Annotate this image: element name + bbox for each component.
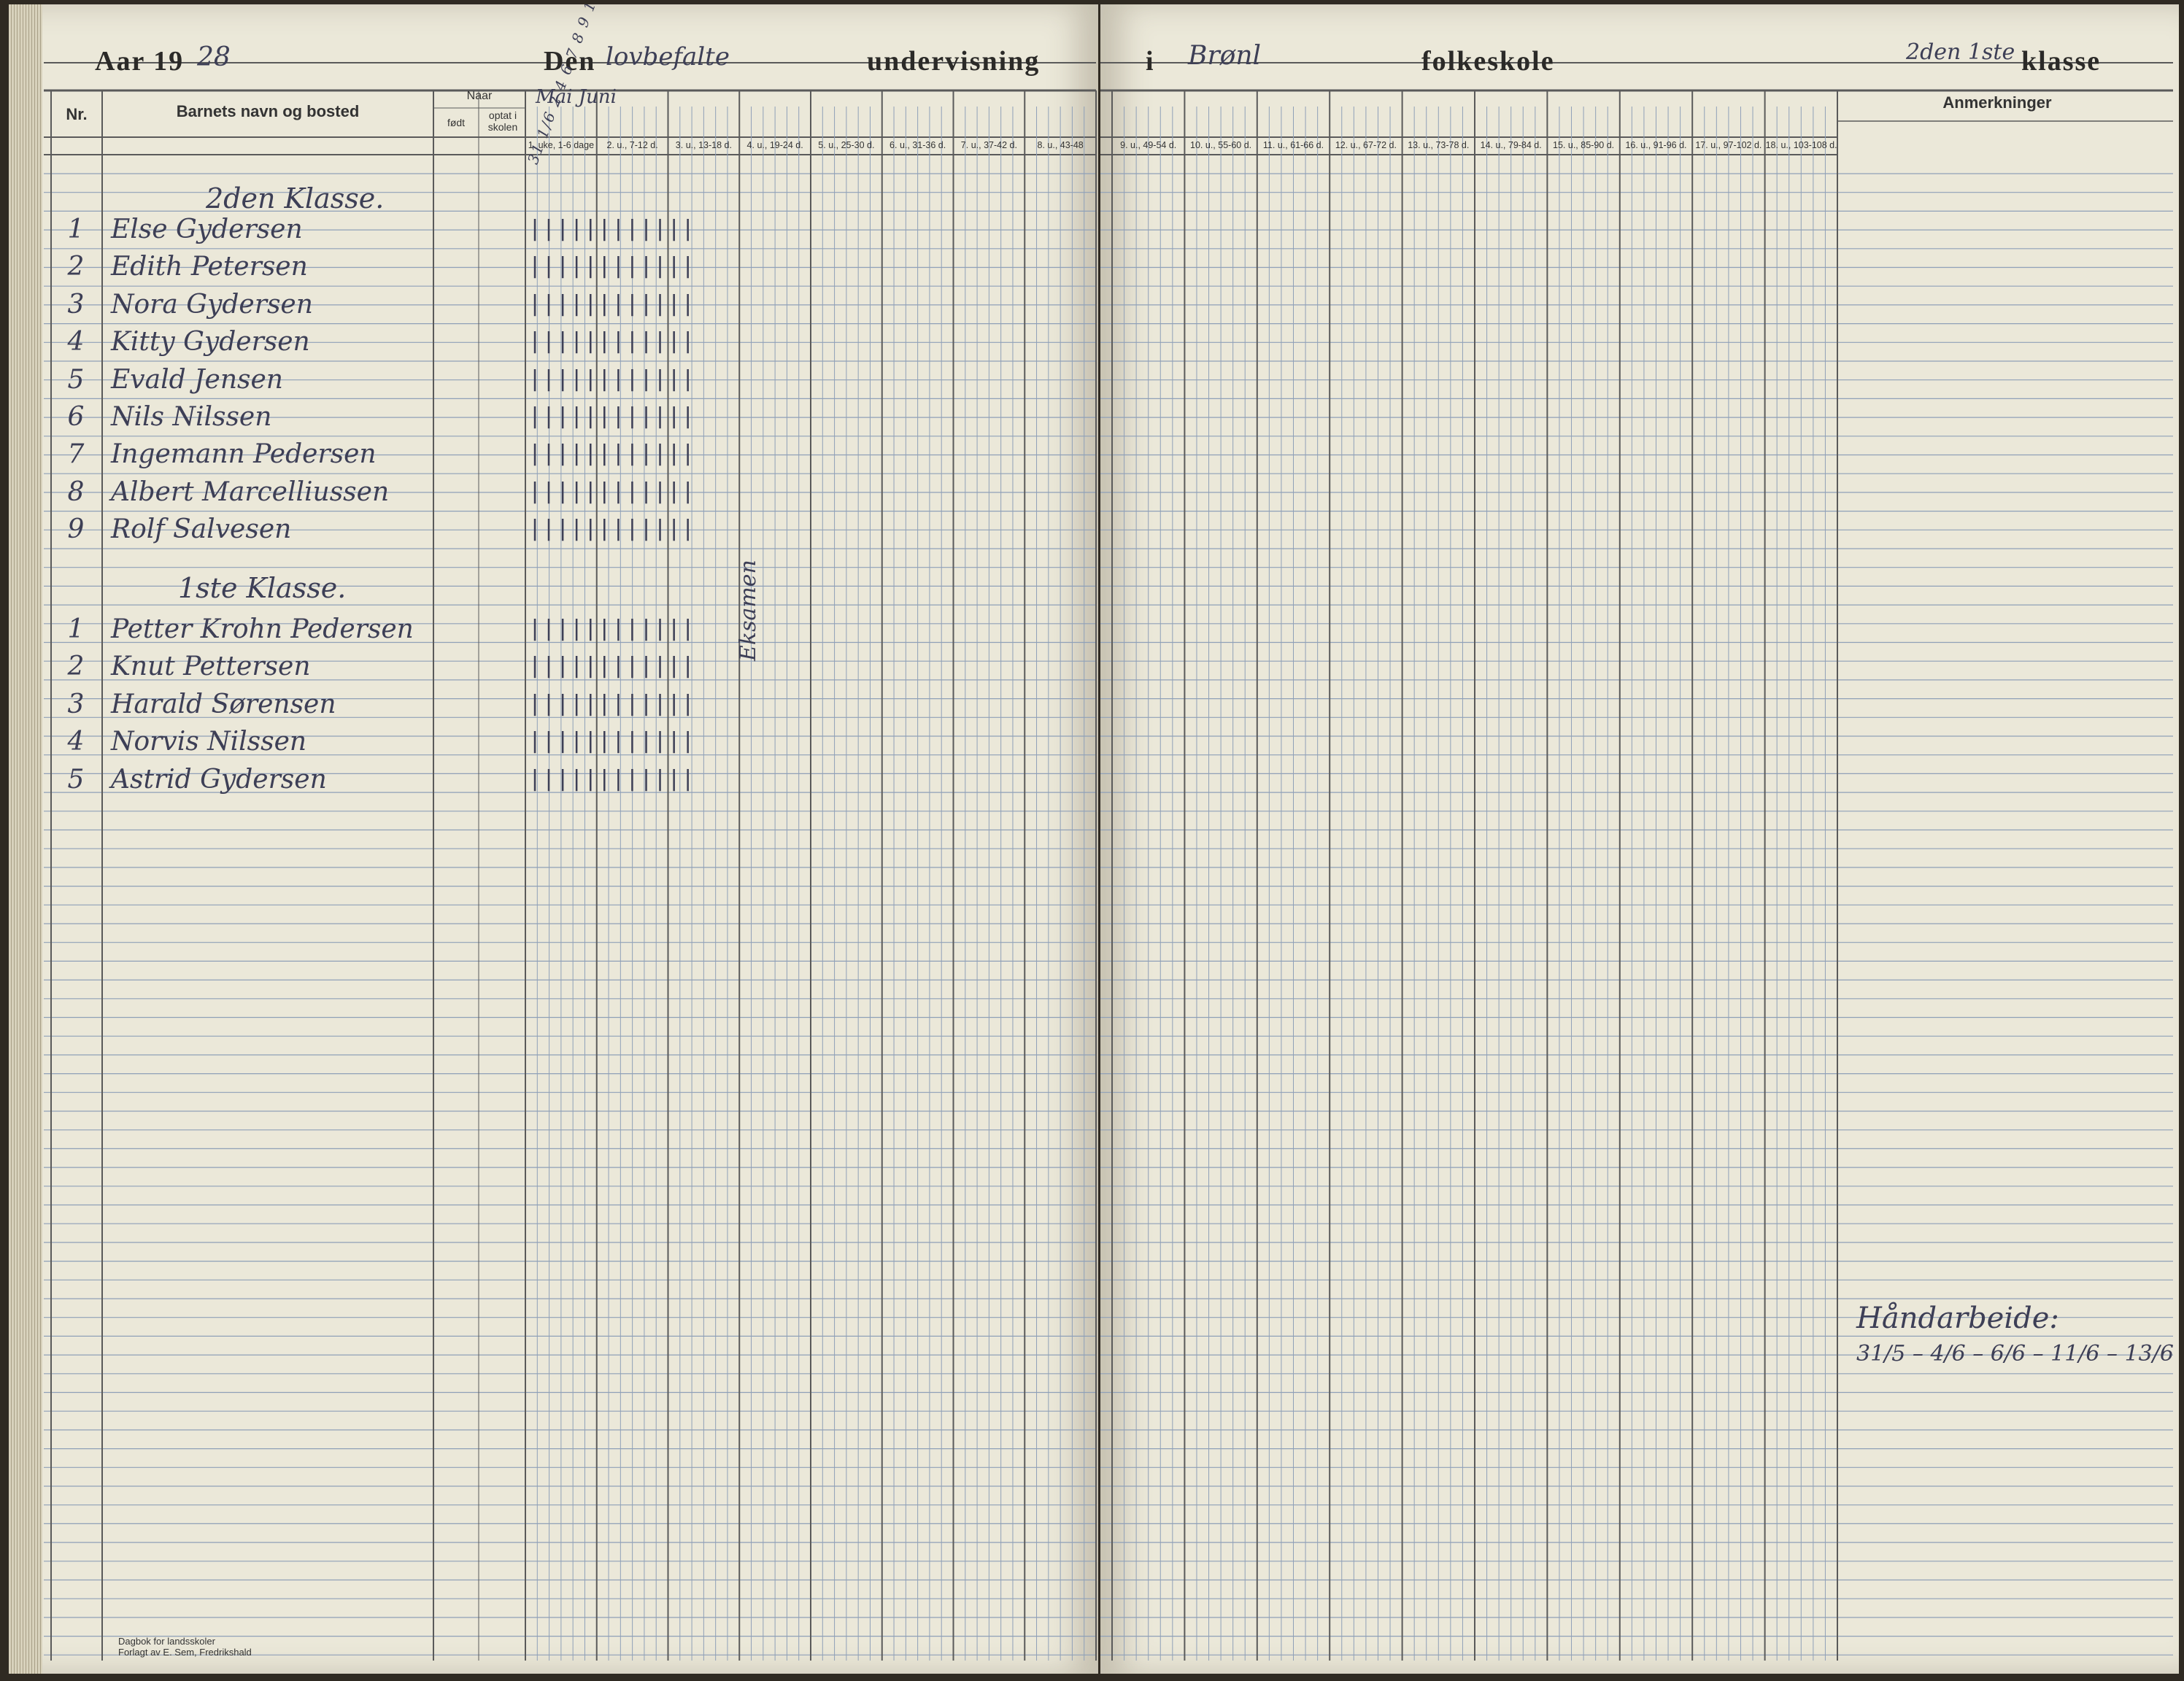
- week-header: 7. u., 37-42 d.: [960, 140, 1017, 150]
- eksamen-note: Eksamen: [736, 560, 761, 661]
- week-header: 3. u., 13-18 d.: [675, 140, 732, 150]
- student-number: 9: [67, 514, 85, 545]
- attendance-marks: ||||||||||||: [528, 366, 695, 392]
- attendance-marks: ||||||||||||: [528, 516, 695, 542]
- imprint-line2: Forlagt av E. Sem, Fredrikshald: [118, 1647, 252, 1658]
- student-name: Knut Pettersen: [111, 652, 311, 682]
- week-header: 6. u., 31-36 d.: [890, 140, 946, 150]
- ledger-book: Aar 19 28 Den lovbefalte undervisning Nr…: [0, 0, 2184, 1681]
- col-naar-header: Naar: [466, 90, 493, 102]
- attendance-marks: ||||||||||||: [528, 253, 695, 279]
- attendance-marks: ||||||||||||: [528, 441, 695, 467]
- remarks-title: Håndarbeide:: [1856, 1302, 2059, 1335]
- imprint: Dagbok for landsskoler Forlagt av E. Sem…: [118, 1636, 252, 1658]
- attendance-marks: ||||||||||||: [528, 328, 695, 355]
- student-name: Harald Sørensen: [111, 689, 336, 719]
- year-handwritten: 28: [197, 42, 231, 72]
- student-name: Else Gydersen: [111, 215, 303, 244]
- week-header: 16. u., 91-96 d.: [1625, 140, 1687, 150]
- col-fodt-header: født: [447, 117, 466, 128]
- week-header: 9. u., 49-54 d.: [1120, 140, 1177, 150]
- attendance-marks: ||||||||||||: [528, 653, 695, 679]
- week-header: 5. u., 25-30 d.: [818, 140, 875, 150]
- klasse-label: klasse: [2021, 46, 2102, 77]
- student-number: 3: [67, 689, 85, 719]
- attendance-marks: ||||||||||||: [528, 478, 695, 504]
- imprint-line1: Dagbok for landsskoler: [118, 1636, 215, 1647]
- week-header: 13. u., 73-78 d.: [1408, 140, 1470, 150]
- attendance-marks: ||||||||||||: [528, 290, 695, 317]
- col-anmerkninger-header: Anmerkninger: [1942, 93, 2052, 112]
- col-optat-header: optat i skolen: [487, 109, 518, 133]
- week-header: 11. u., 61-66 d.: [1262, 140, 1324, 150]
- year-label: Aar 19: [95, 46, 185, 77]
- col-name-header: Barnets navn og bosted: [176, 102, 360, 120]
- attendance-marks: ||||||||||||: [528, 403, 695, 429]
- class1-label: 1ste Klasse.: [178, 572, 347, 604]
- remarks-dates: 31/5 – 4/6 – 6/6 – 11/6 – 13/6: [1856, 1341, 2174, 1367]
- attendance-marks: ||||||||||||: [528, 690, 695, 716]
- student-number: 1: [67, 614, 85, 644]
- student-name: Rolf Salvesen: [111, 514, 292, 545]
- student-number: 2: [67, 652, 85, 682]
- attendance-marks: ||||||||||||: [528, 728, 695, 754]
- student-name: Kitty Gydersen: [111, 327, 310, 358]
- undervisning-label: undervisning: [867, 46, 1041, 77]
- left-page: Aar 19 28 Den lovbefalte undervisning Nr…: [9, 4, 1098, 1674]
- col-nr-header: Nr.: [66, 105, 88, 123]
- attendance-marks: ||||||||||||: [528, 765, 695, 792]
- week-header: 4. u., 19-24 d.: [746, 140, 803, 150]
- student-number: 4: [67, 327, 85, 358]
- student-name: Nora Gydersen: [111, 289, 313, 320]
- student-number: 1: [67, 215, 85, 244]
- student-number: 5: [67, 764, 85, 795]
- school-handwritten: Brønl: [1188, 41, 1262, 71]
- attendance-marks: ||||||||||||: [528, 216, 695, 241]
- klasse-handwritten: 2den 1ste: [1906, 39, 2015, 65]
- student-name: Ingemann Pedersen: [111, 439, 377, 470]
- student-name: Albert Marcelliussen: [111, 476, 390, 507]
- i-label: i: [1146, 46, 1155, 77]
- student-number: 8: [67, 476, 85, 507]
- right-page: i Brønl folkeskole 2den 1ste klasse Anme…: [1100, 4, 2179, 1674]
- student-number: 7: [67, 439, 85, 470]
- student-number: 3: [67, 289, 85, 320]
- student-number: 4: [67, 727, 85, 757]
- week-header: 10. u., 55-60 d.: [1190, 140, 1252, 150]
- student-name: Petter Krohn Pedersen: [111, 614, 414, 644]
- week-header: 15. u., 85-90 d.: [1553, 140, 1615, 150]
- week-header: 14. u., 79-84 d.: [1480, 140, 1542, 150]
- week-header: 8. u., 43-48: [1037, 140, 1084, 150]
- student-name: Evald Jensen: [111, 364, 283, 395]
- student-number: 6: [67, 402, 85, 432]
- student-name: Norvis Nilssen: [111, 727, 307, 757]
- folkeskole-label: folkeskole: [1421, 46, 1555, 77]
- right-page-grid: [1100, 62, 2173, 1661]
- week-header: 2. u., 7-12 d.: [606, 140, 658, 150]
- student-name: Edith Petersen: [111, 252, 308, 282]
- student-number: 5: [67, 364, 85, 395]
- den-handwritten: lovbefalte: [606, 42, 730, 72]
- student-name: Nils Nilssen: [111, 402, 272, 432]
- week-header: 17. u., 97-102 d.: [1695, 140, 1762, 150]
- student-name: Astrid Gydersen: [111, 764, 327, 795]
- week-header: 12. u., 67-72 d.: [1335, 140, 1397, 150]
- attendance-marks: ||||||||||||: [528, 616, 695, 641]
- week-header: 18. u., 103-108 d.: [1765, 140, 1837, 150]
- student-number: 2: [67, 252, 85, 282]
- class2-label: 2den Klasse.: [206, 182, 385, 215]
